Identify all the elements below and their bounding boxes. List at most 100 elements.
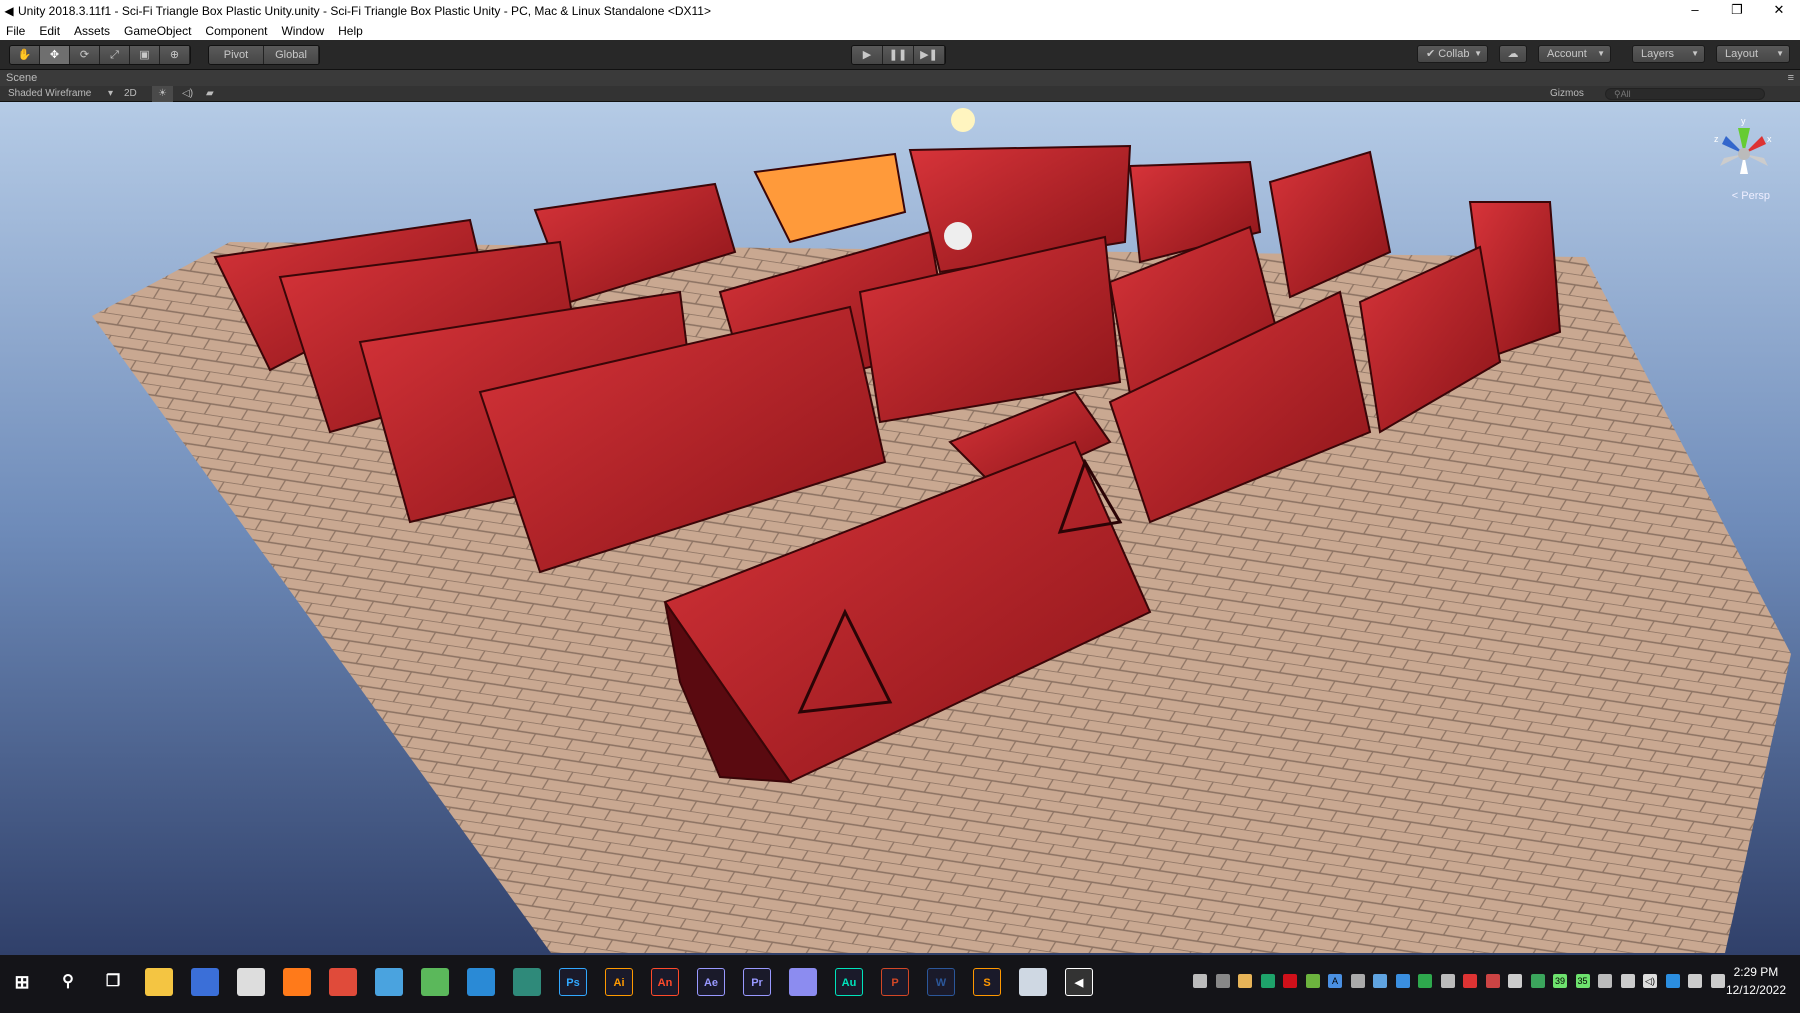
projection-toggle[interactable]: < Persp [1732, 190, 1770, 202]
tray-calc-icon[interactable] [1373, 974, 1387, 988]
pivot-global-group: Pivot Global [208, 45, 320, 65]
scene-search-input[interactable]: ⚲ All [1605, 88, 1765, 100]
taskbar-dreamweaver-icon[interactable] [513, 968, 541, 996]
chevron-down-icon[interactable]: ▾ [108, 86, 113, 102]
taskbar-file-explorer-icon[interactable] [145, 968, 173, 996]
tab-menu-icon[interactable]: ≡ [1788, 70, 1794, 86]
tray-weather-icon[interactable] [1238, 974, 1252, 988]
tray-translate-icon[interactable]: A [1328, 974, 1342, 988]
cloud-icon: ☁ [1507, 48, 1519, 60]
tray-idm-icon[interactable] [1530, 974, 1545, 988]
rotate-tool-icon[interactable]: ⟳ [70, 46, 100, 64]
taskbar-word-icon[interactable]: W [927, 968, 955, 996]
tray-shield-icon[interactable] [1260, 974, 1275, 988]
taskbar-audition-icon[interactable]: Au [835, 968, 863, 996]
menu-edit[interactable]: Edit [39, 24, 60, 38]
search-icon[interactable]: ⚲ [54, 968, 82, 996]
minimize-button[interactable]: – [1674, 0, 1716, 20]
lighting-toggle-icon[interactable]: ☀ [152, 86, 173, 102]
2d-toggle[interactable]: 2D [124, 86, 137, 102]
task-view-icon[interactable]: ❐ [99, 968, 127, 996]
restore-button[interactable]: ❐ [1716, 0, 1758, 20]
taskbar-store-icon[interactable] [191, 968, 219, 996]
scale-tool-icon[interactable]: ⤢ [100, 46, 130, 64]
tray-volume-icon[interactable]: ◁) [1643, 974, 1657, 988]
tray-eject-icon[interactable] [1620, 974, 1635, 988]
tray-temp-2-icon[interactable]: 35 [1575, 974, 1590, 988]
taskbar-earth-icon[interactable] [467, 968, 495, 996]
pivot-toggle[interactable]: Pivot [209, 46, 264, 64]
taskbar-magnifier-icon[interactable] [375, 968, 403, 996]
taskbar-notepad-icon[interactable] [1019, 968, 1047, 996]
taskbar-chrome-icon[interactable] [329, 968, 357, 996]
pause-button[interactable]: ❚❚ [883, 46, 914, 64]
taskbar-after-effects-icon[interactable]: Ae [697, 968, 725, 996]
taskbar-photoshop-icon[interactable]: Ps [559, 968, 587, 996]
tray-adobe-icon[interactable] [1283, 974, 1297, 988]
tray-security-icon[interactable] [1598, 974, 1612, 988]
playback-controls: ▶ ❚❚ ▶❚ [851, 45, 946, 65]
taskbar-illustrator-icon[interactable]: Ai [605, 968, 633, 996]
layout-dropdown[interactable]: Layout ▼ [1716, 45, 1790, 63]
menu-window[interactable]: Window [281, 24, 324, 38]
taskbar-unity-icon[interactable]: ◀ [1065, 968, 1093, 996]
taskbar-firefox-icon[interactable] [283, 968, 311, 996]
main-toolbar: ✋ ✥ ⟳ ⤢ ▣ ⊕ Pivot Global ▶ ❚❚ ▶❚ ✔ Colla… [0, 40, 1800, 70]
global-toggle[interactable]: Global [264, 46, 319, 64]
menu-assets[interactable]: Assets [74, 24, 110, 38]
tray-location-icon[interactable] [1418, 974, 1432, 988]
scene-toolbar: Shaded Wireframe ▾ 2D ☀ ◁) ▰ Gizmos ⚲ Al… [0, 86, 1800, 102]
taskbar-animate-icon[interactable]: An [651, 968, 679, 996]
menu-component[interactable]: Component [205, 24, 267, 38]
scene-viewport[interactable]: y z x < Persp [0, 102, 1800, 955]
tray-usb-icon[interactable] [1193, 974, 1207, 988]
tray-bluetooth-dev-icon[interactable] [1350, 974, 1365, 988]
taskbar-premiere-icon[interactable]: Pr [743, 968, 771, 996]
tray-notifications-icon[interactable] [1710, 974, 1725, 988]
move-tool-icon[interactable]: ✥ [40, 46, 70, 64]
tray-ccleaner-icon[interactable] [1485, 974, 1500, 988]
menu-gameobject[interactable]: GameObject [124, 24, 191, 38]
start-button-icon[interactable]: ⊞ [8, 968, 36, 996]
draw-mode-dropdown[interactable]: Shaded Wireframe [8, 86, 91, 102]
tray-network-h-icon[interactable] [1215, 974, 1230, 988]
transform-tool-icon[interactable]: ⊕ [160, 46, 190, 64]
effects-toggle-icon[interactable]: ▰ [206, 86, 214, 102]
taskbar-media-encoder-icon[interactable] [789, 968, 817, 996]
taskbar-powerpoint-icon[interactable]: P [881, 968, 909, 996]
tray-temp-1-icon[interactable]: 39 [1553, 974, 1567, 988]
axis-x-label: x [1767, 134, 1772, 144]
tray-power-icon[interactable] [1688, 974, 1702, 988]
layers-dropdown[interactable]: Layers ▼ [1632, 45, 1705, 63]
tray-tablet-icon[interactable] [1440, 974, 1455, 988]
taskbar-sublime-icon[interactable]: S [973, 968, 1001, 996]
step-button[interactable]: ▶❚ [914, 46, 945, 64]
taskbar-globe-icon[interactable] [421, 968, 449, 996]
account-dropdown[interactable]: Account ▼ [1538, 45, 1611, 63]
tray-acrobat-icon[interactable] [1463, 974, 1477, 988]
rect-tool-icon[interactable]: ▣ [130, 46, 160, 64]
gizmos-dropdown[interactable]: Gizmos [1550, 86, 1584, 102]
reflection-probe-gizmo-icon[interactable] [944, 222, 972, 250]
tray-nvidia-icon[interactable] [1305, 974, 1320, 988]
menu-file[interactable]: File [6, 24, 25, 38]
tray-wifi-icon[interactable] [1508, 974, 1522, 988]
account-label: Account [1547, 48, 1587, 60]
audio-toggle-icon[interactable]: ◁) [182, 86, 193, 102]
tray-onedrive-icon[interactable] [1665, 974, 1680, 988]
tray-dots-icon[interactable] [1395, 974, 1410, 988]
orientation-gizmo[interactable]: y z x [1714, 114, 1774, 194]
close-button[interactable]: ✕ [1758, 0, 1800, 20]
cloud-button[interactable]: ☁ [1499, 45, 1527, 63]
collab-label: Collab [1438, 48, 1470, 60]
transform-tools: ✋ ✥ ⟳ ⤢ ▣ ⊕ [9, 45, 191, 65]
scene-tab[interactable]: Scene ≡ [0, 70, 1800, 86]
play-button[interactable]: ▶ [852, 46, 883, 64]
taskbar-paint-icon[interactable] [237, 968, 265, 996]
collab-dropdown[interactable]: ✔ Collab ▼ [1417, 45, 1488, 63]
axis-z-label: z [1714, 134, 1719, 144]
directional-light-gizmo-icon[interactable] [951, 108, 975, 132]
hand-tool-icon[interactable]: ✋ [10, 46, 40, 64]
menu-help[interactable]: Help [338, 24, 363, 38]
system-clock[interactable]: 2:29 PM 12/12/2022 [1726, 963, 1786, 999]
